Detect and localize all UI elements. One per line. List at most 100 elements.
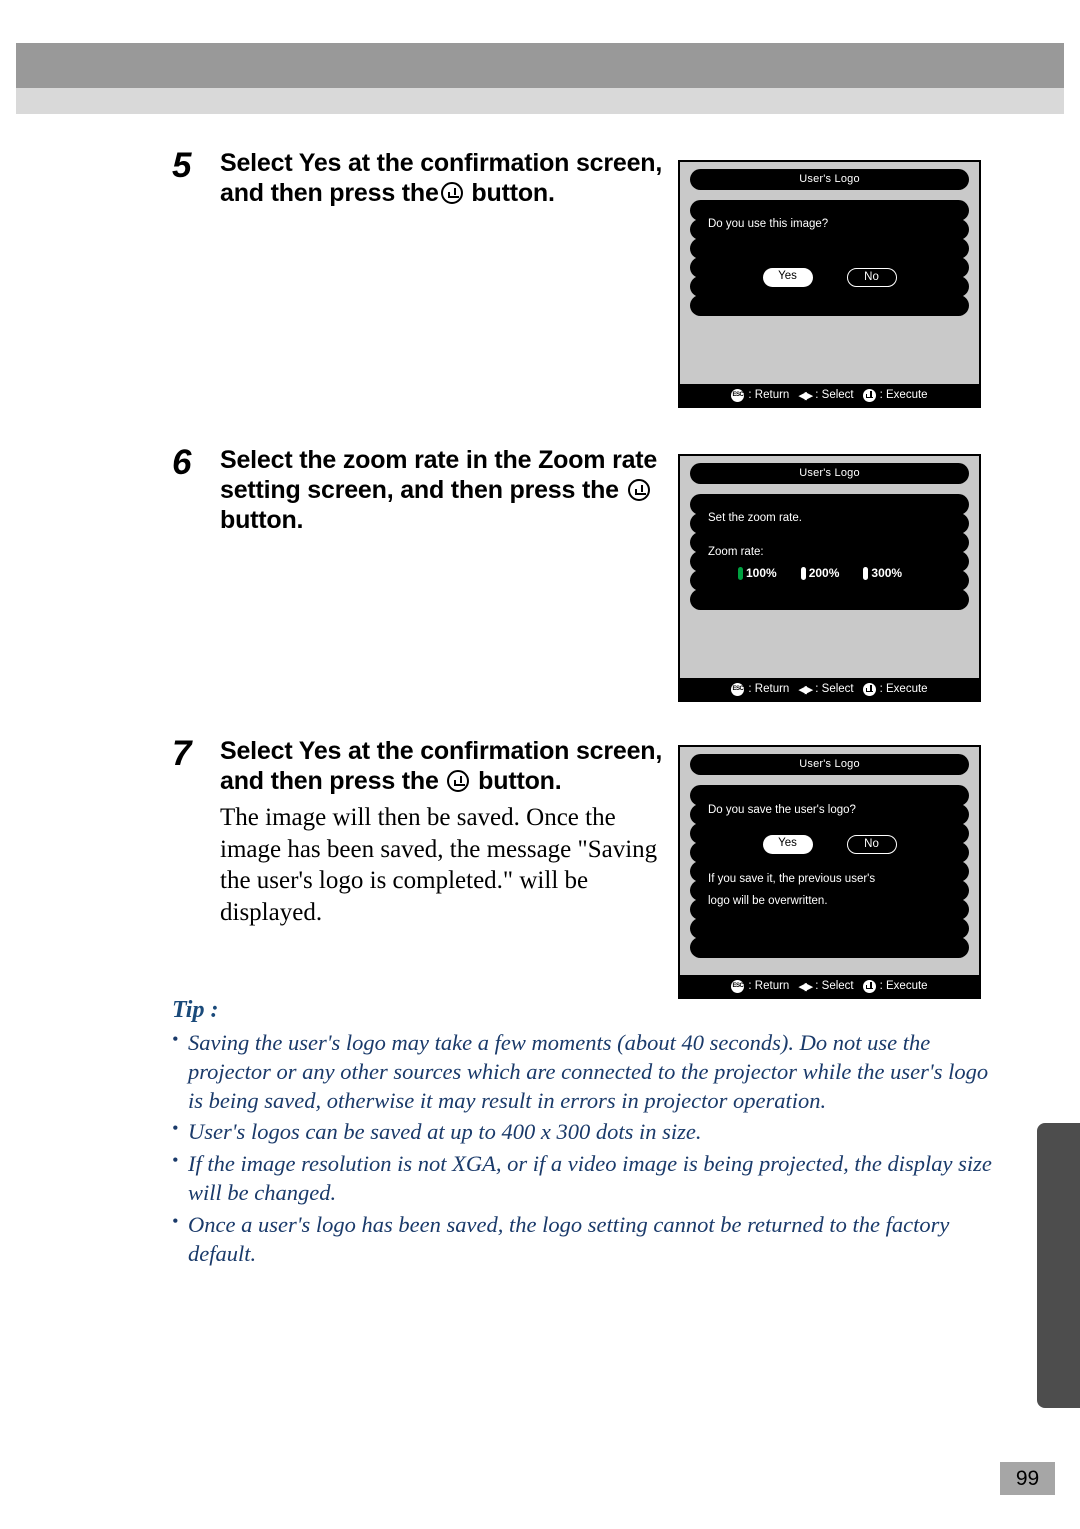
tip-item: • User's logos can be saved at up to 400 … (172, 1118, 1002, 1147)
screen-1-footer: ESC: Return ◀▶: Select : Execute (680, 384, 979, 406)
scallop-row (690, 513, 969, 534)
step-5-number: 5 (172, 146, 192, 185)
scallop-row (690, 589, 969, 610)
projector-screen-confirm-use-image: User's Logo Do you use this image? Yes N… (678, 160, 981, 408)
screen-1-spacer (690, 310, 969, 378)
step-7-description: The image will then be saved. Once the i… (220, 804, 658, 926)
step-7-body: Select Yes at the confirmation screen, a… (220, 736, 672, 928)
scallop-row (690, 880, 969, 901)
footer-execute: : Execute (862, 979, 928, 993)
step-7-number: 7 (172, 734, 192, 773)
screen-1-title: User's Logo (690, 169, 969, 190)
esc-icon: ESC (731, 388, 745, 402)
left-right-arrow-icon: ◀▶ (798, 389, 813, 402)
bullet-icon: • (172, 1150, 179, 1171)
screen-2-title: User's Logo (690, 463, 969, 484)
scallop-row (690, 219, 969, 240)
section-side-tab (1037, 1123, 1080, 1408)
esc-icon: ESC (731, 979, 745, 993)
step-5-heading-text-b: button. (471, 179, 555, 207)
step-7-heading: Select Yes at the confirmation screen, a… (220, 736, 672, 796)
screen-3-footer: ESC: Return ◀▶: Select : Execute (680, 975, 979, 997)
footer-return: ESC: Return (731, 682, 790, 696)
step-7-heading-text-a: Select Yes at the confirmation screen, a… (220, 737, 663, 795)
screen-2-inner: User's Logo Set the zoom rate. Zoom rate… (680, 456, 979, 678)
tip-section: Tip : • Saving the user's logo may take a… (172, 997, 1002, 1271)
scallop-row (690, 494, 969, 515)
left-right-arrow-icon: ◀▶ (798, 980, 813, 993)
scallop-row (690, 295, 969, 316)
scallop-row (690, 937, 969, 958)
bullet-icon: • (172, 1118, 179, 1139)
step-6-heading-text-a: Select the zoom rate in the Zoom rate se… (220, 446, 658, 504)
footer-return-label: : Return (748, 980, 790, 992)
step-7: 7 Select Yes at the confirmation screen,… (172, 734, 672, 928)
footer-return: ESC: Return (731, 388, 790, 402)
tip-item: • Once a user's logo has been saved, the … (172, 1211, 1002, 1269)
header-bar-light (16, 88, 1064, 114)
bullet-icon: • (172, 1029, 179, 1049)
footer-execute-label: : Execute (879, 980, 928, 992)
scallop-row (690, 238, 969, 259)
footer-select-label: : Select (815, 683, 854, 695)
step-5-body: Select Yes at the confirmation screen, a… (220, 148, 672, 208)
esc-icon: ESC (731, 682, 745, 696)
scallop-row (690, 257, 969, 278)
tip-item-text: If the image resolution is not XGA, or i… (188, 1151, 992, 1205)
step-6-heading-text-b: button. (220, 506, 304, 534)
page-number: 99 (1000, 1462, 1055, 1495)
scallop-row (690, 918, 969, 939)
enter-icon (862, 979, 876, 993)
tip-item-text: Once a user's logo has been saved, the l… (188, 1211, 950, 1266)
enter-key-icon (447, 770, 470, 792)
footer-select: ◀▶: Select (798, 980, 853, 993)
scallop-row (690, 823, 969, 844)
footer-return-label: : Return (748, 389, 790, 401)
screen-2-footer: ESC: Return ◀▶: Select : Execute (680, 678, 979, 700)
footer-execute: : Execute (862, 682, 928, 696)
projector-screen-zoom-rate: User's Logo Set the zoom rate. Zoom rate… (678, 454, 981, 702)
step-5-heading-text-a: Select Yes at the confirmation screen, a… (220, 149, 663, 207)
screen-3-title: User's Logo (690, 754, 969, 775)
step-7-heading-text-b: button. (478, 767, 562, 795)
tip-item: • If the image resolution is not XGA, or … (172, 1150, 1002, 1208)
left-right-arrow-icon: ◀▶ (798, 683, 813, 696)
header-bar-dark (16, 43, 1064, 88)
step-6-heading: Select the zoom rate in the Zoom rate se… (220, 445, 672, 535)
footer-select-label: : Select (815, 980, 854, 992)
screen-3-dialog: Do you save the user's logo? Yes No If y… (690, 785, 969, 958)
scallop-row (690, 899, 969, 920)
scallop-row (690, 861, 969, 882)
tip-item-text: Saving the user's logo may take a few mo… (188, 1030, 989, 1113)
step-6-number: 6 (172, 443, 192, 482)
scallop-row (690, 551, 969, 572)
projector-screen-confirm-save-logo: User's Logo Do you save the user's logo?… (678, 745, 981, 999)
footer-return-label: : Return (748, 683, 790, 695)
step-5-heading: Select Yes at the confirmation screen, a… (220, 148, 672, 208)
enter-icon (862, 682, 876, 696)
tip-item-text: User's logos can be saved at up to 400 x… (188, 1119, 702, 1145)
footer-select-label: : Select (815, 389, 854, 401)
scallop-row (690, 570, 969, 591)
scallop-row (690, 532, 969, 553)
footer-execute-label: : Execute (879, 389, 928, 401)
step-6: 6 Select the zoom rate in the Zoom rate … (172, 443, 672, 535)
footer-select: ◀▶: Select (798, 683, 853, 696)
tip-item: • Saving the user's logo may take a few m… (172, 1029, 1002, 1115)
scallop-row (690, 200, 969, 221)
footer-execute-label: : Execute (879, 683, 928, 695)
footer-select: ◀▶: Select (798, 389, 853, 402)
screen-2-spacer (690, 604, 969, 672)
step-6-body: Select the zoom rate in the Zoom rate se… (220, 445, 672, 535)
screen-3-inner: User's Logo Do you save the user's logo?… (680, 747, 979, 975)
screen-1-dialog: Do you use this image? Yes No (690, 200, 969, 316)
scallop-row (690, 804, 969, 825)
footer-return: ESC: Return (731, 979, 790, 993)
bullet-icon: • (172, 1210, 179, 1231)
screen-2-dialog: Set the zoom rate. Zoom rate: 100% 200% … (690, 494, 969, 610)
enter-icon (862, 388, 876, 402)
scallop-row (690, 276, 969, 297)
footer-execute: : Execute (862, 388, 928, 402)
enter-key-icon (440, 182, 463, 204)
scallop-row (690, 842, 969, 863)
